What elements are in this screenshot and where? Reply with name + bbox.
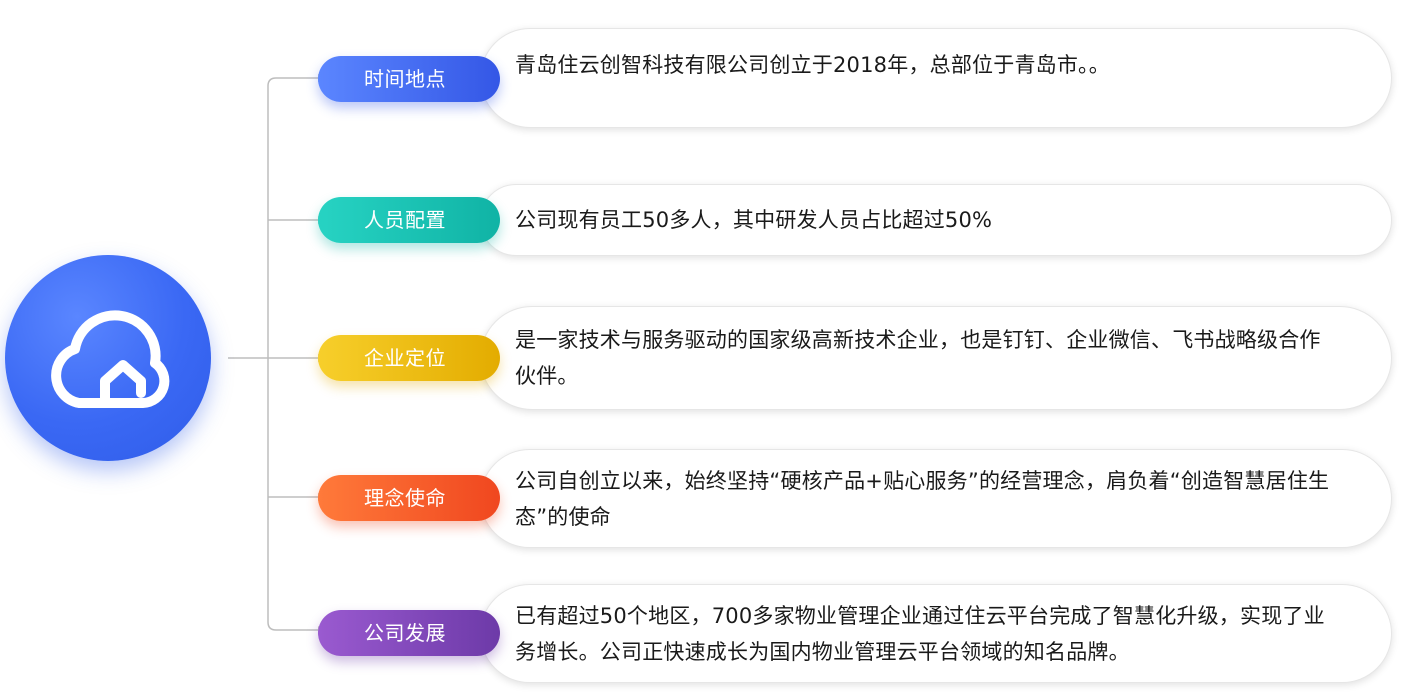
company-profile-diagram: 青岛住云创智科技有限公司创立于2018年，总部位于青岛市。。 时间地点 公司现有… [0,0,1421,698]
info-card-text: 是一家技术与服务驱动的国家级高新技术企业，也是钉钉、企业微信、飞书战略级合作伙伴… [515,328,1321,388]
pill-staffing: 人员配置 [318,197,500,243]
pill-label: 企业定位 [364,346,446,370]
info-card-staffing: 公司现有员工50多人，其中研发人员占比超过50% [480,184,1392,256]
info-card-text: 公司自创立以来，始终坚持“硬核产品+贴心服务”的经营理念，肩负着“创造智慧居住生… [515,468,1330,529]
info-card-mission: 公司自创立以来，始终坚持“硬核产品+贴心服务”的经营理念，肩负着“创造智慧居住生… [480,449,1392,548]
pill-time-location: 时间地点 [318,56,500,102]
pill-label: 公司发展 [364,621,446,645]
info-card-positioning: 是一家技术与服务驱动的国家级高新技术企业，也是钉钉、企业微信、飞书战略级合作伙伴… [480,306,1392,410]
info-card-text: 公司现有员工50多人，其中研发人员占比超过50% [515,208,993,232]
pill-positioning: 企业定位 [318,335,500,381]
info-card-text: 青岛住云创智科技有限公司创立于2018年，总部位于青岛市。。 [515,53,1110,77]
info-card-time-location: 青岛住云创智科技有限公司创立于2018年，总部位于青岛市。。 [480,28,1392,128]
pill-label: 时间地点 [364,67,446,91]
pill-label: 人员配置 [364,208,446,232]
info-card-development: 已有超过50个地区，700多家物业管理企业通过住云平台完成了智慧化升级，实现了业… [480,584,1392,683]
pill-development: 公司发展 [318,610,500,656]
hub-circle [5,255,211,461]
cloud-house-icon [51,310,170,408]
info-card-text: 已有超过50个地区，700多家物业管理企业通过住云平台完成了智慧化升级，实现了业… [515,603,1325,664]
pill-label: 理念使命 [364,486,446,510]
branch-trunk [267,77,318,631]
pill-mission: 理念使命 [318,475,500,521]
